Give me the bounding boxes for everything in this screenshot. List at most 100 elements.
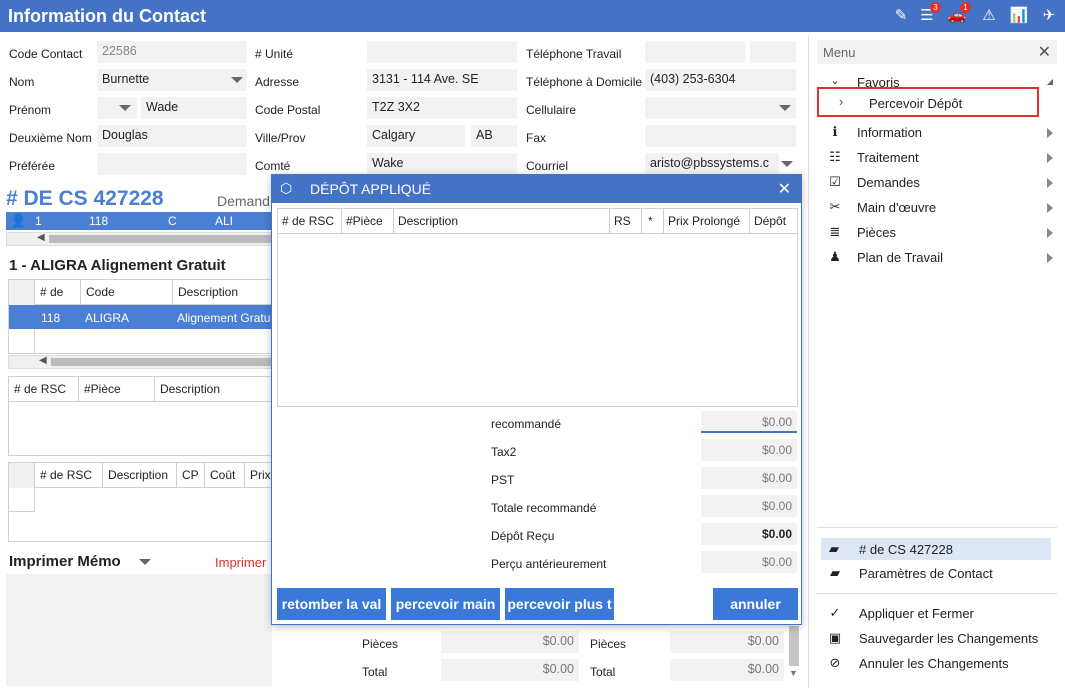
col-header-piece[interactable]: #Pièce [342,209,394,233]
memo-chevron-down-icon[interactable] [139,559,151,565]
chart-icon[interactable]: 📊 [1008,5,1030,27]
parts-grid-header: # de RSC #Pièce Description [8,376,274,402]
tel-domicile-field[interactable]: (403) 253-6304 [645,69,796,91]
col-header-cout[interactable]: Coût [205,463,245,488]
depot-recu-label: Dépôt Reçu [491,529,555,543]
cs-scrollbar[interactable]: ◀ [6,232,272,246]
sidebar-item-demandes[interactable]: ☑ Demandes [825,172,1055,194]
ville-field[interactable]: Calgary [367,125,465,147]
adresse-field[interactable]: 3131 - 114 Ave. SE [367,69,517,91]
col-header-rs[interactable]: RS [610,209,642,233]
retomber-button[interactable]: retomber la val [277,588,386,620]
nom-chevron-down-icon[interactable] [231,77,243,83]
col-header-star[interactable]: * [642,209,664,233]
dialog-title: DÉPÔT APPLIQUÉ [310,181,432,197]
tax2-field[interactable]: $0.00 [701,439,797,461]
prenom-field[interactable]: Wade [141,97,247,119]
prov-field[interactable]: AB [471,125,517,147]
fax-field[interactable] [645,125,796,147]
tel-travail-label: Téléphone Travail [526,47,622,61]
courriel-field[interactable]: aristo@pbssystems.c [645,153,779,175]
worker-icon: ♟ [829,249,841,264]
col-header-description[interactable]: Description [394,209,610,233]
prenom-prefix-select[interactable] [97,97,137,119]
code-postal-field[interactable]: T2Z 3X2 [367,97,517,119]
comte-field[interactable]: Wake [367,153,517,175]
menu-search[interactable]: Menu ✕ [817,40,1057,64]
sidebar-item-traitement[interactable]: ☷ Traitement [825,147,1055,169]
cellulaire-field[interactable] [645,97,796,119]
plane-icon[interactable]: ✈ [1038,5,1060,27]
code-contact-field[interactable]: 22586 [97,41,247,63]
close-icon[interactable]: ✕ [1038,42,1051,62]
col-header-piece[interactable]: #Pièce [79,377,155,402]
print-link[interactable]: Imprimer [215,555,266,570]
tel-travail-field[interactable] [645,41,745,63]
percevoir-main-button[interactable]: percevoir main [391,588,500,620]
col-header-rsc[interactable]: # de RSC [278,209,342,233]
col-header-code[interactable]: Code [81,280,173,305]
col-header-num[interactable]: # de [35,280,81,305]
pst-field[interactable]: $0.00 [701,467,797,489]
sidebar-item-information[interactable]: ℹ Information [825,122,1055,144]
col-header-cp[interactable]: CP [177,463,205,488]
cs-row[interactable]: 👤 1 118 C ALI [6,212,272,230]
bottom-scrollbar[interactable] [789,626,799,666]
cs-row-col2: 118 [89,214,109,228]
scroll-thumb[interactable] [49,235,271,243]
dialog-header: ⬡ DÉPÔT APPLIQUÉ ✕ [272,175,801,203]
annuler-button[interactable]: annuler [713,588,798,620]
col-header-description[interactable]: Description [173,280,275,305]
table-row[interactable]: 118 ALIGRA Alignement Gratu [9,305,273,329]
cancel-changes-button[interactable]: ⊘ Annuler les Changements [825,653,1055,675]
scroll-down-icon[interactable]: ▼ [789,668,798,678]
row-code: ALIGRA [85,311,130,325]
sidebar-item-plan-travail[interactable]: ♟ Plan de Travail [825,247,1055,269]
percu-anterieurement-field[interactable]: $0.00 [701,551,797,573]
info-icon: ℹ [832,124,838,139]
save-icon: ▣ [828,630,842,645]
percevoir-plus-button[interactable]: percevoir plus t [505,588,614,620]
sidebar-item-main-oeuvre[interactable]: ✂ Main d'œuvre [825,197,1055,219]
scroll-left-icon[interactable]: ◀ [39,355,47,366]
section1-scrollbar[interactable]: ◀ [8,355,274,369]
apply-close-button[interactable]: ✓ Appliquer et Fermer [825,603,1055,625]
depot-recu-field[interactable]: $0.00 [701,523,797,545]
pieces-label: Pièces [857,225,897,240]
cancel-label: Annuler les Changements [859,656,1009,671]
pieces2-label: Pièces [590,637,627,651]
col-header-depot[interactable]: Dépôt [750,209,798,233]
tel-travail-ext-field[interactable] [750,41,796,63]
preferee-field[interactable] [97,153,247,175]
sidebar-item-pieces[interactable]: ≣ Pièces [825,222,1055,244]
cs-row-col3: C [168,214,177,228]
col-header-description[interactable]: Description [103,463,177,488]
sidebar-item-parametres[interactable]: ▰ Paramètres de Contact [825,563,1055,585]
percevoir-depot-item[interactable]: › Percevoir Dépôt [817,87,1039,117]
col-header-rsc[interactable]: # de RSC [35,463,103,488]
col-header-rsc[interactable]: # de RSC [9,377,79,402]
title-bar: Information du Contact ✎ ☰ 3 🚗 1 ⚠ 📊 ✈ [0,0,1065,32]
sidebar-item-cs[interactable]: ▰ # de CS 427228 [821,538,1051,560]
cs-number-title: # DE CS 427228 [6,187,164,210]
deuxieme-nom-field[interactable]: Douglas [97,125,247,147]
courriel-chevron-down-icon[interactable] [781,161,793,167]
chevron-right-icon: › [839,94,844,109]
unite-field[interactable] [367,41,517,63]
edit-icon[interactable]: ✎ [890,5,912,27]
warning-icon[interactable]: ⚠ [978,5,1000,27]
adresse-label: Adresse [255,75,300,89]
nom-field[interactable]: Burnette [97,69,247,91]
col-header-description[interactable]: Description [155,377,275,402]
information-label: Information [857,125,923,140]
scroll-thumb[interactable] [51,358,273,366]
cellulaire-chevron-down-icon[interactable] [779,105,791,111]
memo-textarea[interactable] [6,574,272,686]
col-header-prix-prolonge[interactable]: Prix Prolongé [664,209,750,233]
close-icon[interactable]: ✕ [778,179,791,199]
save-button[interactable]: ▣ Sauvegarder les Changements [825,628,1055,650]
scroll-left-icon[interactable]: ◀ [37,232,45,243]
prenom-chevron-down-icon[interactable] [119,105,131,111]
totale-recommande-field[interactable]: $0.00 [701,495,797,517]
recommande-field[interactable]: $0.00 [701,411,797,433]
